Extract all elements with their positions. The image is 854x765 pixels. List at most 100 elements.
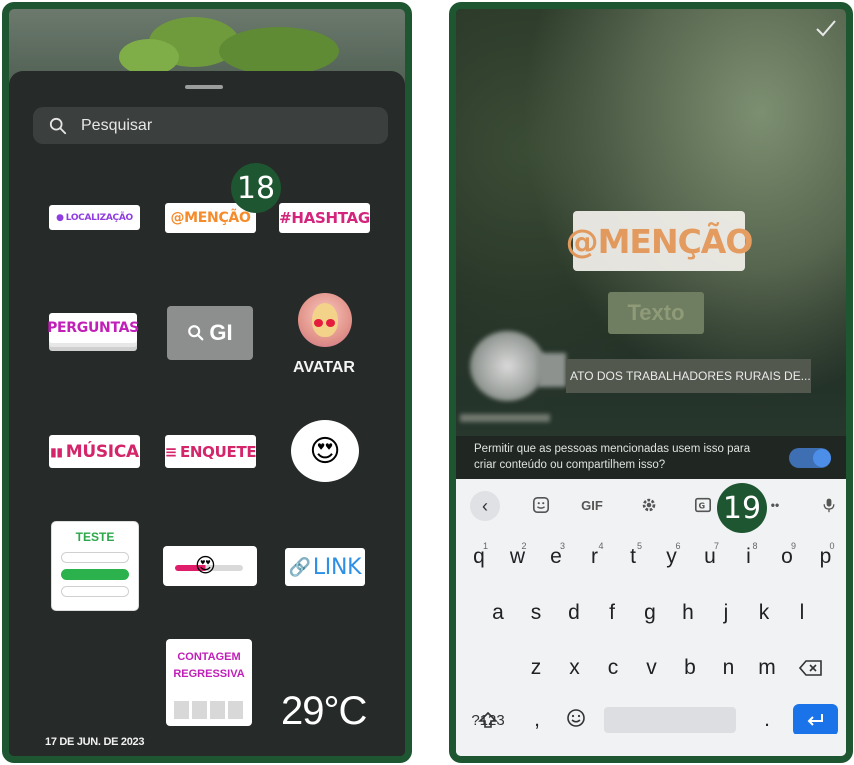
permission-bar: Permitir que as pessoas mencionadas usem… xyxy=(456,436,846,479)
key-label: j xyxy=(723,601,729,624)
emoji-slider-sticker[interactable]: 😍 xyxy=(163,546,257,586)
location-sticker[interactable]: ● LOCALIZAÇÃO xyxy=(49,205,140,230)
key-o[interactable]: o9 xyxy=(770,539,804,575)
gear-icon[interactable] xyxy=(636,493,662,517)
gif-sticker-label: GI xyxy=(209,320,233,345)
location-pin-icon: ● xyxy=(56,212,64,223)
gif-sticker[interactable]: GI xyxy=(167,306,253,360)
gif-button[interactable]: GIF xyxy=(574,493,610,517)
questions-sticker[interactable]: PERGUNTAS xyxy=(47,313,139,343)
questions-sticker-label: PERGUNTAS xyxy=(47,320,139,336)
checkmark-icon[interactable] xyxy=(815,17,837,39)
enter-key[interactable] xyxy=(793,704,838,736)
comma-key[interactable]: , xyxy=(522,705,552,735)
link-sticker[interactable]: 🔗 LINK xyxy=(285,548,365,586)
search-icon xyxy=(49,117,67,134)
countdown-sticker[interactable]: CONTAGEM REGRESSIVA xyxy=(166,639,252,726)
countdown-label-2: REGRESSIVA xyxy=(173,668,245,680)
key-i[interactable]: i8 xyxy=(732,539,766,575)
permission-toggle[interactable] xyxy=(789,448,831,468)
music-sticker-label: MÚSICA xyxy=(65,441,139,462)
key-r[interactable]: r4 xyxy=(578,539,612,575)
emoji-key[interactable] xyxy=(560,702,592,734)
link-chain-icon: 🔗 xyxy=(288,556,311,578)
key-b[interactable]: b xyxy=(673,650,707,686)
key-number-hint: 8 xyxy=(752,541,758,551)
left-phone-screenshot: ● LOCALIZAÇÃO @MENÇÃO #HASHTAG PERGUNTAS… xyxy=(2,2,412,763)
key-w[interactable]: w2 xyxy=(501,539,535,575)
avatar-face-icon xyxy=(312,303,338,337)
countdown-label-1: CONTAGEM xyxy=(177,651,241,663)
space-key[interactable] xyxy=(604,707,736,733)
hashtag-sticker-label: #HASHTAG xyxy=(279,209,370,227)
avatar-sticker-label: AVATAR xyxy=(293,359,355,376)
chevron-left-icon[interactable]: ‹ xyxy=(470,491,500,521)
heart-eyes-emoji-icon: 😍 xyxy=(195,555,216,577)
permission-text: Permitir que as pessoas mencionadas usem… xyxy=(474,443,751,471)
music-sticker[interactable]: ▮▮ MÚSICA xyxy=(49,435,140,468)
heart-eyes-emoji-icon: 😍 xyxy=(309,434,341,468)
text-sticker-placed[interactable]: Texto xyxy=(608,292,704,334)
key-label: b xyxy=(684,656,696,679)
key-f[interactable]: f xyxy=(595,595,629,631)
key-label: m xyxy=(758,656,776,679)
key-p[interactable]: p0 xyxy=(809,539,843,575)
key-s[interactable]: s xyxy=(519,595,553,631)
key-d[interactable]: d xyxy=(557,595,591,631)
poll-sticker-label: ENQUETE xyxy=(179,442,257,461)
key-label: h xyxy=(682,601,694,624)
key-z[interactable]: z xyxy=(519,650,553,686)
key-u[interactable]: u7 xyxy=(693,539,727,575)
key-l[interactable]: l xyxy=(785,595,819,631)
search-input[interactable] xyxy=(81,116,361,135)
key-label: l xyxy=(799,601,805,624)
hashtag-sticker[interactable]: #HASHTAG xyxy=(279,203,370,233)
navigation-bar xyxy=(456,734,846,756)
key-label: d xyxy=(568,601,580,624)
key-c[interactable]: c xyxy=(596,650,630,686)
key-n[interactable]: n xyxy=(712,650,746,686)
key-label: n xyxy=(722,656,735,679)
mention-sticker-placed[interactable]: @MENÇÃO xyxy=(566,211,753,271)
period-key[interactable]: . xyxy=(752,705,782,735)
search-icon xyxy=(188,325,204,341)
key-k[interactable]: k xyxy=(747,595,781,631)
key-g[interactable]: g xyxy=(633,595,667,631)
blurred-username xyxy=(460,414,550,422)
svg-text:G: G xyxy=(699,501,706,511)
key-label: t xyxy=(630,545,636,568)
backspace-key[interactable] xyxy=(788,650,833,686)
emoji-reaction-sticker[interactable]: 😍 xyxy=(291,420,359,482)
key-j[interactable]: j xyxy=(709,595,743,631)
key-label: g xyxy=(644,601,656,624)
drag-handle[interactable] xyxy=(185,85,223,89)
post-caption: ATO DOS TRABALHADORES RURAIS DE... xyxy=(566,359,811,393)
key-label: a xyxy=(492,601,504,624)
poll-sticker[interactable]: ≡ ENQUETE xyxy=(165,435,257,468)
link-sticker-label: LINK xyxy=(312,554,362,580)
music-bars-icon: ▮▮ xyxy=(50,444,63,459)
key-v[interactable]: v xyxy=(635,650,669,686)
temperature-sticker[interactable]: 29°C xyxy=(281,689,367,734)
key-h[interactable]: h xyxy=(671,595,705,631)
key-label: z xyxy=(530,656,542,679)
translate-icon[interactable]: G xyxy=(690,493,716,517)
key-e[interactable]: e3 xyxy=(539,539,573,575)
microphone-icon[interactable] xyxy=(816,493,842,517)
key-m[interactable]: m xyxy=(750,650,784,686)
key-t[interactable]: t5 xyxy=(616,539,650,575)
quiz-sticker[interactable]: TESTE xyxy=(52,522,138,610)
key-q[interactable]: q1 xyxy=(462,539,496,575)
key-number-hint: 9 xyxy=(790,541,796,551)
symbols-key[interactable]: ?123 xyxy=(464,705,512,735)
key-x[interactable]: x xyxy=(558,650,592,686)
key-y[interactable]: y6 xyxy=(655,539,689,575)
avatar-sticker[interactable] xyxy=(298,293,352,347)
date-sticker[interactable]: 17 DE JUN. DE 2023 xyxy=(45,736,144,748)
blurred-element xyxy=(538,353,566,387)
sticker-smiley-icon[interactable] xyxy=(528,493,554,517)
key-number-hint: 2 xyxy=(521,541,527,551)
key-label: k xyxy=(758,601,770,624)
search-bar[interactable] xyxy=(33,107,388,144)
key-a[interactable]: a xyxy=(481,595,515,631)
